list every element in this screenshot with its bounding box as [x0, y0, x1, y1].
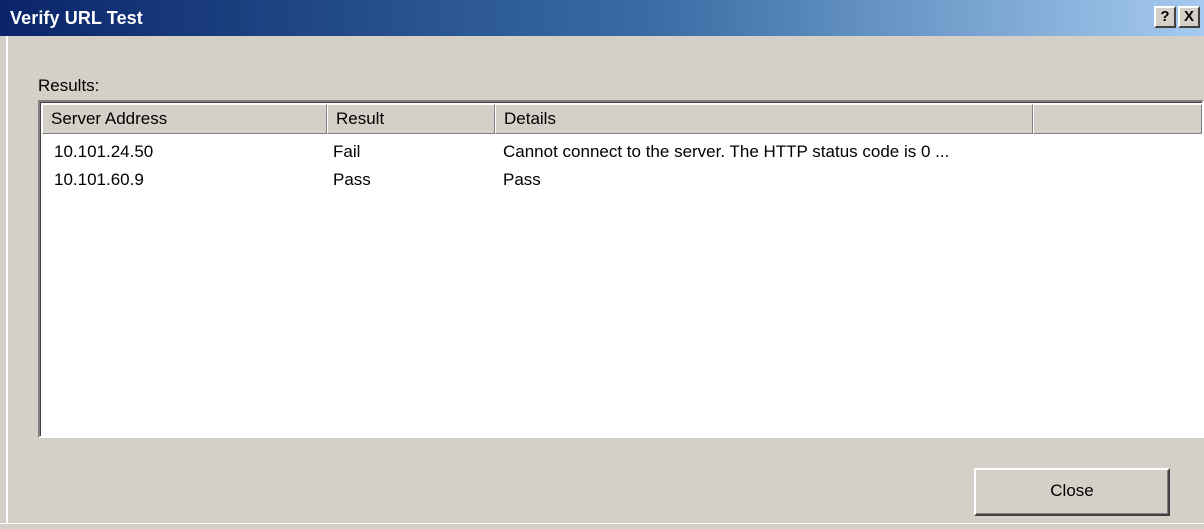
column-header-result[interactable]: Result: [327, 104, 495, 134]
close-button[interactable]: Close: [974, 468, 1170, 516]
result-cell: Pass: [333, 170, 371, 189]
column-header-empty[interactable]: [1033, 104, 1202, 134]
close-window-button[interactable]: X: [1178, 6, 1200, 28]
table-row[interactable]: 10.101.24.50 Fail Cannot connect to the …: [42, 138, 1202, 166]
help-button[interactable]: ?: [1154, 6, 1176, 28]
list-header: Server Address Result Details: [42, 104, 1202, 134]
server-address-cell: 10.101.24.50: [54, 142, 154, 161]
title-bar[interactable]: Verify URL Test ? X: [0, 0, 1204, 36]
server-address-cell: 10.101.60.9: [54, 170, 144, 189]
list-rows: 10.101.24.50 Fail Cannot connect to the …: [42, 138, 1202, 194]
results-label: Results:: [38, 76, 100, 95]
details-cell: Pass: [503, 170, 541, 189]
details-cell: Cannot connect to the server. The HTTP s…: [503, 142, 950, 161]
result-cell: Fail: [333, 142, 361, 161]
column-header-details[interactable]: Details: [495, 104, 1033, 134]
table-row[interactable]: 10.101.60.9 Pass Pass: [42, 166, 1202, 194]
dialog-bottom-edge: [0, 523, 1204, 529]
title-bar-buttons: ? X: [1154, 6, 1200, 28]
window-title: Verify URL Test: [10, 7, 143, 28]
results-list[interactable]: Server Address Result Details 10.101.24.…: [38, 100, 1204, 438]
column-header-server-address[interactable]: Server Address: [42, 104, 327, 134]
